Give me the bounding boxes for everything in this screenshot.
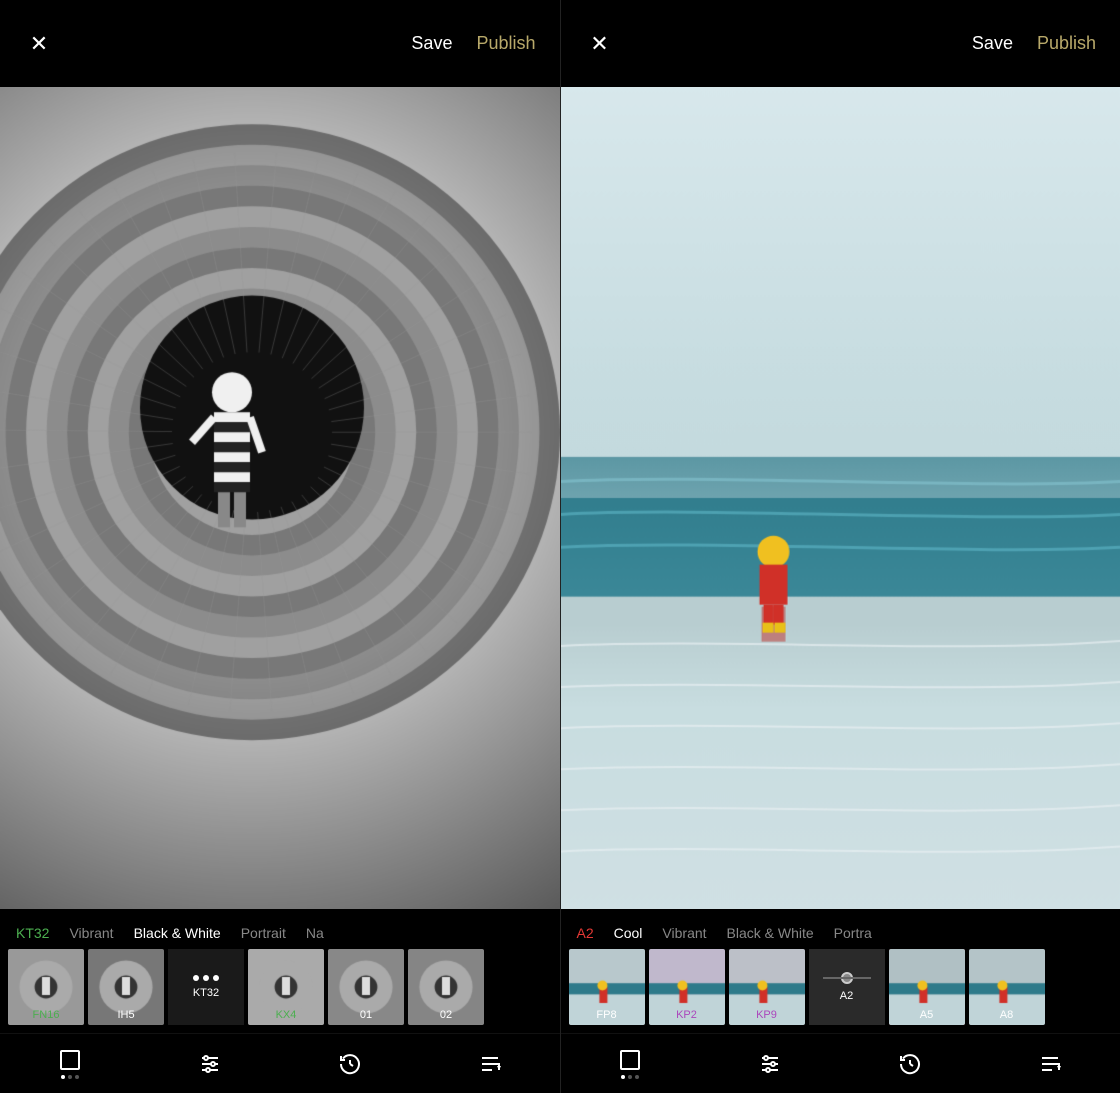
left-close-button[interactable]: ✕ bbox=[24, 29, 54, 59]
left-filter-kt32[interactable]: KT32 bbox=[168, 949, 244, 1025]
right-tab-portrait[interactable]: Portra bbox=[834, 925, 872, 941]
left-tab-na[interactable]: Na bbox=[306, 925, 324, 941]
right-dot-inactive bbox=[628, 1075, 632, 1079]
left-kt32-content: KT32 bbox=[193, 975, 219, 999]
left-photo-area bbox=[0, 87, 560, 909]
right-history-icon bbox=[898, 1052, 922, 1076]
adjust-icon bbox=[198, 1052, 222, 1076]
left-thumb-kt32-label: KT32 bbox=[193, 987, 219, 999]
right-adjust-icon bbox=[758, 1052, 782, 1076]
right-tab-bw[interactable]: Black & White bbox=[727, 925, 814, 941]
right-a2-content: A2 bbox=[823, 972, 871, 1002]
right-header-actions: Save Publish bbox=[972, 33, 1096, 54]
favorites-icon bbox=[478, 1052, 502, 1076]
left-thumb-ih5-label: IH5 bbox=[88, 1009, 164, 1021]
frame-icon bbox=[58, 1048, 82, 1072]
left-toolbar-history[interactable] bbox=[338, 1052, 362, 1076]
left-tab-portrait[interactable]: Portrait bbox=[241, 925, 286, 941]
left-thumb-02-label: 02 bbox=[408, 1009, 484, 1021]
right-filter-kp2[interactable]: KP2 bbox=[649, 949, 725, 1025]
left-tab-kt32[interactable]: KT32 bbox=[16, 925, 49, 941]
left-bottom-toolbar bbox=[0, 1033, 560, 1093]
left-toolbar-adjust[interactable] bbox=[198, 1052, 222, 1076]
right-filter-a5[interactable]: A5 bbox=[889, 949, 965, 1025]
dot2 bbox=[203, 975, 209, 981]
right-favorites-icon bbox=[1038, 1052, 1062, 1076]
right-filter-tabs: A2 Cool Vibrant Black & White Portra bbox=[561, 909, 1120, 949]
left-frame-dots bbox=[61, 1075, 79, 1079]
right-thumb-kp2-label: KP2 bbox=[649, 1009, 725, 1021]
right-toolbar-favorites[interactable] bbox=[1038, 1052, 1062, 1076]
dot-inactive bbox=[68, 1075, 72, 1079]
left-filter-fn16[interactable]: FN16 bbox=[8, 949, 84, 1025]
right-tab-a2[interactable]: A2 bbox=[577, 925, 594, 941]
left-photo bbox=[0, 87, 560, 909]
left-kt32-dots bbox=[193, 975, 219, 981]
right-header: ✕ Save Publish bbox=[561, 0, 1120, 87]
left-filter-thumbnails: FN16 IH5 KT32 bbox=[0, 949, 560, 1033]
left-panel: ✕ Save Publish KT32 Vibrant Black & Whit… bbox=[0, 0, 560, 1093]
right-filter-thumbnails: FP8 KP2 KP9 A2 bbox=[561, 949, 1120, 1033]
right-filter-a8[interactable]: A8 bbox=[969, 949, 1045, 1025]
left-thumb-kx4-label: KX4 bbox=[248, 1009, 324, 1021]
left-toolbar-frame[interactable] bbox=[58, 1048, 82, 1079]
right-photo bbox=[561, 87, 1120, 909]
right-thumb-a8-label: A8 bbox=[969, 1009, 1045, 1021]
right-toolbar-adjust[interactable] bbox=[758, 1052, 782, 1076]
right-dot-active bbox=[621, 1075, 625, 1079]
right-frame-dots bbox=[621, 1075, 639, 1079]
right-thumb-a5-label: A5 bbox=[889, 1009, 965, 1021]
right-photo-area bbox=[561, 87, 1120, 909]
left-filter-02[interactable]: 02 bbox=[408, 949, 484, 1025]
left-photo-canvas bbox=[0, 87, 560, 909]
left-filter-01[interactable]: 01 bbox=[328, 949, 404, 1025]
right-toolbar-frame[interactable] bbox=[618, 1048, 642, 1079]
right-filter-section: A2 Cool Vibrant Black & White Portra FP8… bbox=[561, 909, 1120, 1033]
left-tab-bw[interactable]: Black & White bbox=[134, 925, 221, 941]
right-a2-line bbox=[823, 977, 871, 979]
right-frame-icon bbox=[618, 1048, 642, 1072]
right-filter-fp8[interactable]: FP8 bbox=[569, 949, 645, 1025]
left-header: ✕ Save Publish bbox=[0, 0, 560, 87]
right-thumb-kp9-label: KP9 bbox=[729, 1009, 805, 1021]
left-thumb-fn16-label: FN16 bbox=[8, 1009, 84, 1021]
right-toolbar-history[interactable] bbox=[898, 1052, 922, 1076]
right-photo-canvas bbox=[561, 87, 1120, 909]
left-filter-tabs: KT32 Vibrant Black & White Portrait Na bbox=[0, 909, 560, 949]
dot1 bbox=[193, 975, 199, 981]
left-publish-button[interactable]: Publish bbox=[476, 33, 535, 54]
left-save-button[interactable]: Save bbox=[411, 33, 452, 54]
right-bottom-toolbar bbox=[561, 1033, 1120, 1093]
left-filter-ih5[interactable]: IH5 bbox=[88, 949, 164, 1025]
right-a2-icon-wrap bbox=[823, 972, 871, 984]
right-close-button[interactable]: ✕ bbox=[585, 29, 615, 59]
left-toolbar-favorites[interactable] bbox=[478, 1052, 502, 1076]
right-filter-a2[interactable]: A2 bbox=[809, 949, 885, 1025]
right-dot-inactive2 bbox=[635, 1075, 639, 1079]
dot-active bbox=[61, 1075, 65, 1079]
right-save-button[interactable]: Save bbox=[972, 33, 1013, 54]
history-icon bbox=[338, 1052, 362, 1076]
left-filter-kx4[interactable]: KX4 bbox=[248, 949, 324, 1025]
left-thumb-01-label: 01 bbox=[328, 1009, 404, 1021]
right-publish-button[interactable]: Publish bbox=[1037, 33, 1096, 54]
left-header-actions: Save Publish bbox=[411, 33, 535, 54]
dot-inactive2 bbox=[75, 1075, 79, 1079]
left-filter-section: KT32 Vibrant Black & White Portrait Na F… bbox=[0, 909, 560, 1033]
right-panel: ✕ Save Publish A2 Cool Vibrant Black & W… bbox=[561, 0, 1120, 1093]
right-filter-kp9[interactable]: KP9 bbox=[729, 949, 805, 1025]
right-tab-vibrant[interactable]: Vibrant bbox=[662, 925, 706, 941]
left-tab-vibrant[interactable]: Vibrant bbox=[69, 925, 113, 941]
right-thumb-a2-label: A2 bbox=[840, 990, 853, 1002]
right-tab-cool[interactable]: Cool bbox=[614, 925, 643, 941]
dot3 bbox=[213, 975, 219, 981]
right-thumb-fp8-label: FP8 bbox=[569, 1009, 645, 1021]
